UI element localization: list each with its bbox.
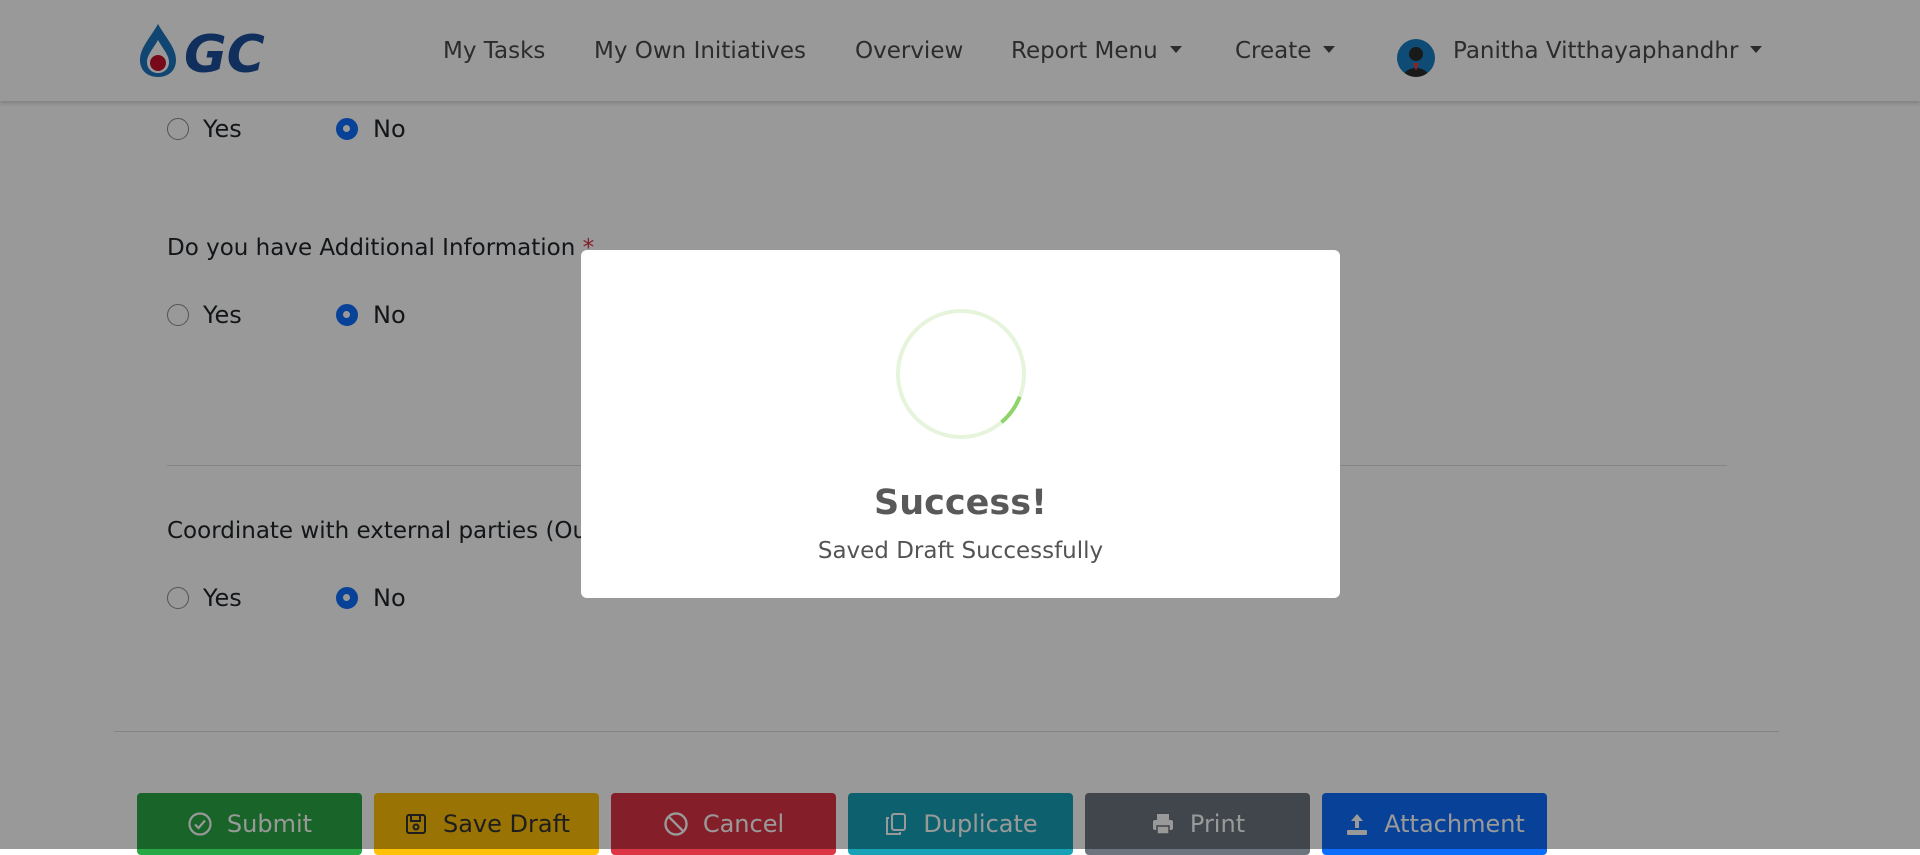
success-spinner-icon [896,309,1026,439]
success-dialog: Success! Saved Draft Successfully [581,250,1340,598]
dialog-title: Success! [874,483,1047,523]
dialog-message: Saved Draft Successfully [817,538,1104,564]
